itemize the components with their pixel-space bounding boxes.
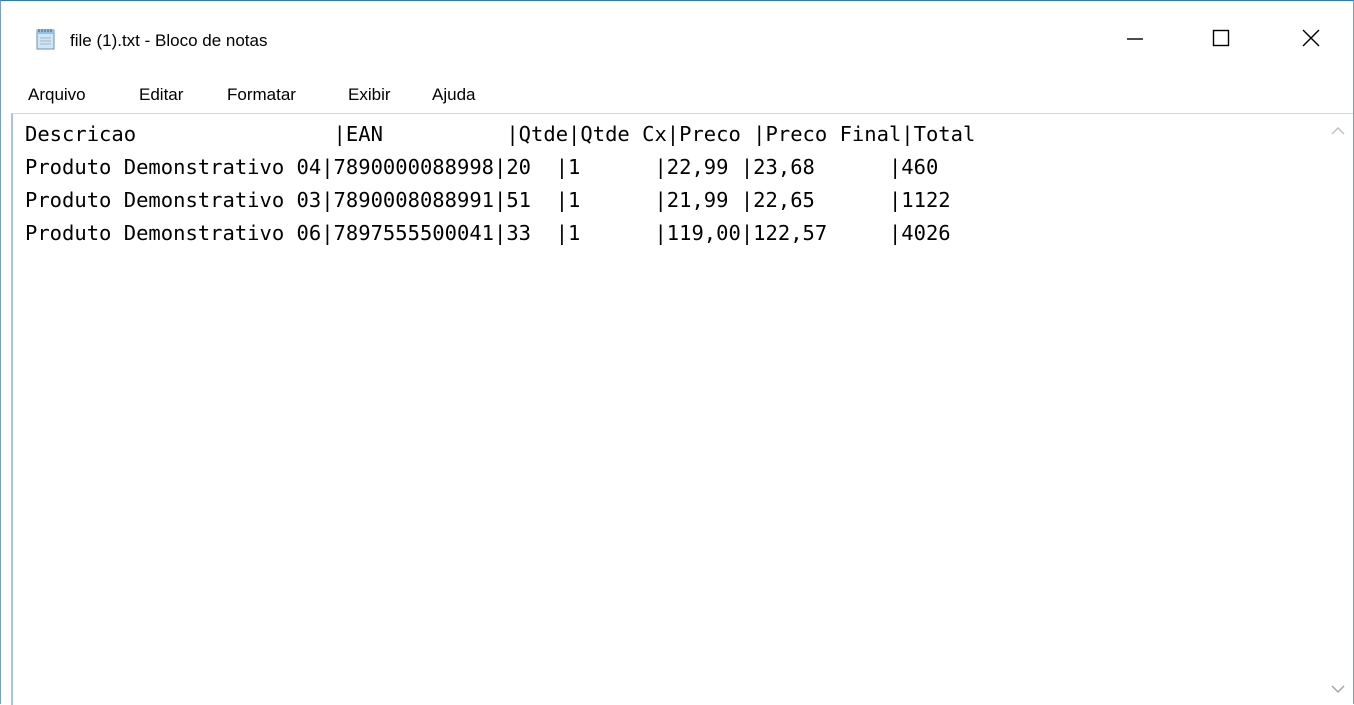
- close-button[interactable]: [1279, 15, 1343, 65]
- window-title: file (1).txt - Bloco de notas: [70, 31, 268, 50]
- vertical-scrollbar[interactable]: [1323, 114, 1353, 704]
- document-text[interactable]: Descricao |EAN |Qtde|Qtde Cx|Preco |Prec…: [25, 118, 1325, 250]
- menu-arquivo[interactable]: Arquivo: [28, 83, 86, 107]
- menu-exibir[interactable]: Exibir: [348, 83, 391, 107]
- minimize-button[interactable]: [1103, 15, 1167, 65]
- chevron-down-icon[interactable]: [1327, 678, 1349, 700]
- text-line: Descricao |EAN |Qtde|Qtde Cx|Preco |Prec…: [25, 122, 976, 146]
- minimize-icon: [1125, 28, 1145, 53]
- maximize-button[interactable]: [1189, 15, 1253, 65]
- notepad-window: file (1).txt - Bloco de notas Arquivo Ed…: [0, 0, 1354, 705]
- menu-formatar[interactable]: Formatar: [227, 83, 296, 107]
- text-line: Produto Demonstrativo 06|7897555500041|3…: [25, 221, 951, 245]
- text-line: Produto Demonstrativo 03|7890008088991|5…: [25, 188, 951, 212]
- notepad-icon[interactable]: [34, 27, 58, 51]
- maximize-icon: [1211, 28, 1231, 53]
- chevron-up-icon[interactable]: [1327, 120, 1349, 142]
- menu-ajuda[interactable]: Ajuda: [432, 83, 475, 107]
- title-bar[interactable]: file (1).txt - Bloco de notas: [1, 1, 1353, 77]
- text-editor[interactable]: Descricao |EAN |Qtde|Qtde Cx|Preco |Prec…: [11, 113, 1353, 705]
- menu-bar: Arquivo Editar Formatar Exibir Ajuda: [1, 77, 1353, 113]
- menu-editar[interactable]: Editar: [139, 83, 183, 107]
- text-line: Produto Demonstrativo 04|7890000088998|2…: [25, 155, 939, 179]
- close-icon: [1301, 28, 1321, 53]
